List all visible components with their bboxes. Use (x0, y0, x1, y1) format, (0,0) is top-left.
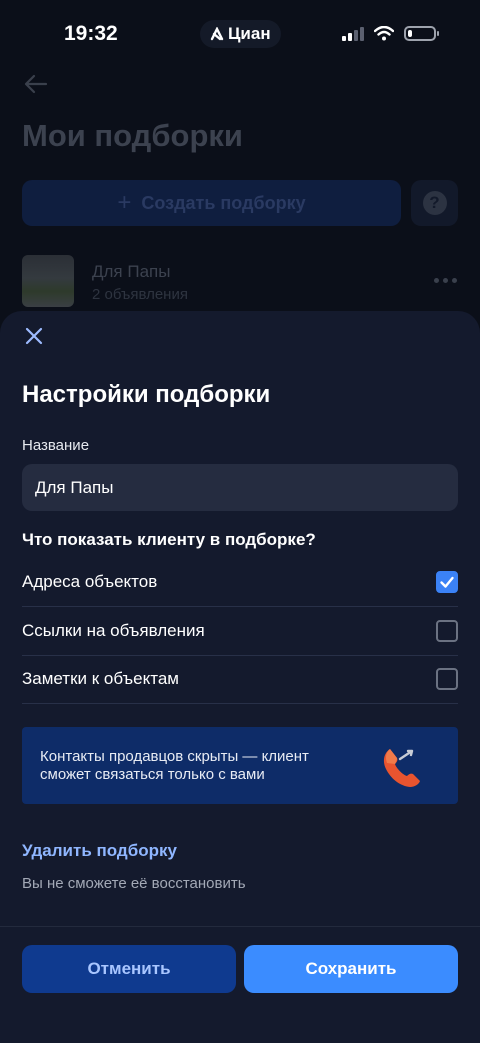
save-button[interactable]: Сохранить (244, 945, 458, 993)
checkmark-icon (440, 576, 454, 588)
footer-divider (0, 926, 480, 927)
collection-count: 2 объявления (92, 286, 188, 303)
collection-thumbnail[interactable] (22, 255, 74, 307)
option-label: Адреса объектов (22, 572, 158, 591)
close-icon[interactable] (22, 324, 46, 348)
option-links[interactable]: Ссылки на объявления (22, 607, 458, 656)
delete-collection-link[interactable]: Удалить подборку (22, 841, 177, 861)
links-checkbox[interactable] (436, 620, 458, 642)
question-icon: ? (422, 191, 447, 215)
addresses-checkbox[interactable] (436, 571, 458, 593)
option-label: Заметки к объектам (22, 669, 179, 688)
back-arrow-icon[interactable] (22, 70, 50, 98)
option-label: Ссылки на объявления (22, 621, 205, 640)
collections-page: Мои подборки + Создать подборку ? Для Па… (0, 0, 480, 330)
cancel-button[interactable]: Отменить (22, 945, 236, 993)
collection-settings-sheet: Настройки подборки Название Что показать… (0, 311, 480, 1043)
create-collection-label: Создать подборку (141, 192, 306, 213)
plus-icon: + (117, 189, 132, 216)
phone-handset-icon (383, 749, 420, 787)
option-notes[interactable]: Заметки к объектам (22, 655, 458, 704)
page-title: Мои подборки (22, 118, 243, 153)
info-banner-text: Контакты продавцов скрыты — клиент сможе… (40, 748, 309, 783)
name-input[interactable] (22, 464, 458, 511)
info-banner: Контакты продавцов скрыты — клиент сможе… (22, 727, 458, 804)
delete-hint: Вы не сможете её восстановить (22, 875, 246, 892)
sheet-title: Настройки подборки (22, 381, 271, 408)
visibility-question: Что показать клиенту в подборке? (22, 530, 316, 549)
option-addresses[interactable]: Адреса объектов (22, 558, 458, 607)
collection-name[interactable]: Для Папы (92, 262, 170, 282)
name-field-label: Название (22, 437, 90, 454)
create-collection-button[interactable]: + Создать подборку (22, 180, 401, 226)
more-options-icon[interactable] (434, 278, 457, 283)
help-button[interactable]: ? (411, 180, 458, 226)
notes-checkbox[interactable] (436, 668, 458, 690)
